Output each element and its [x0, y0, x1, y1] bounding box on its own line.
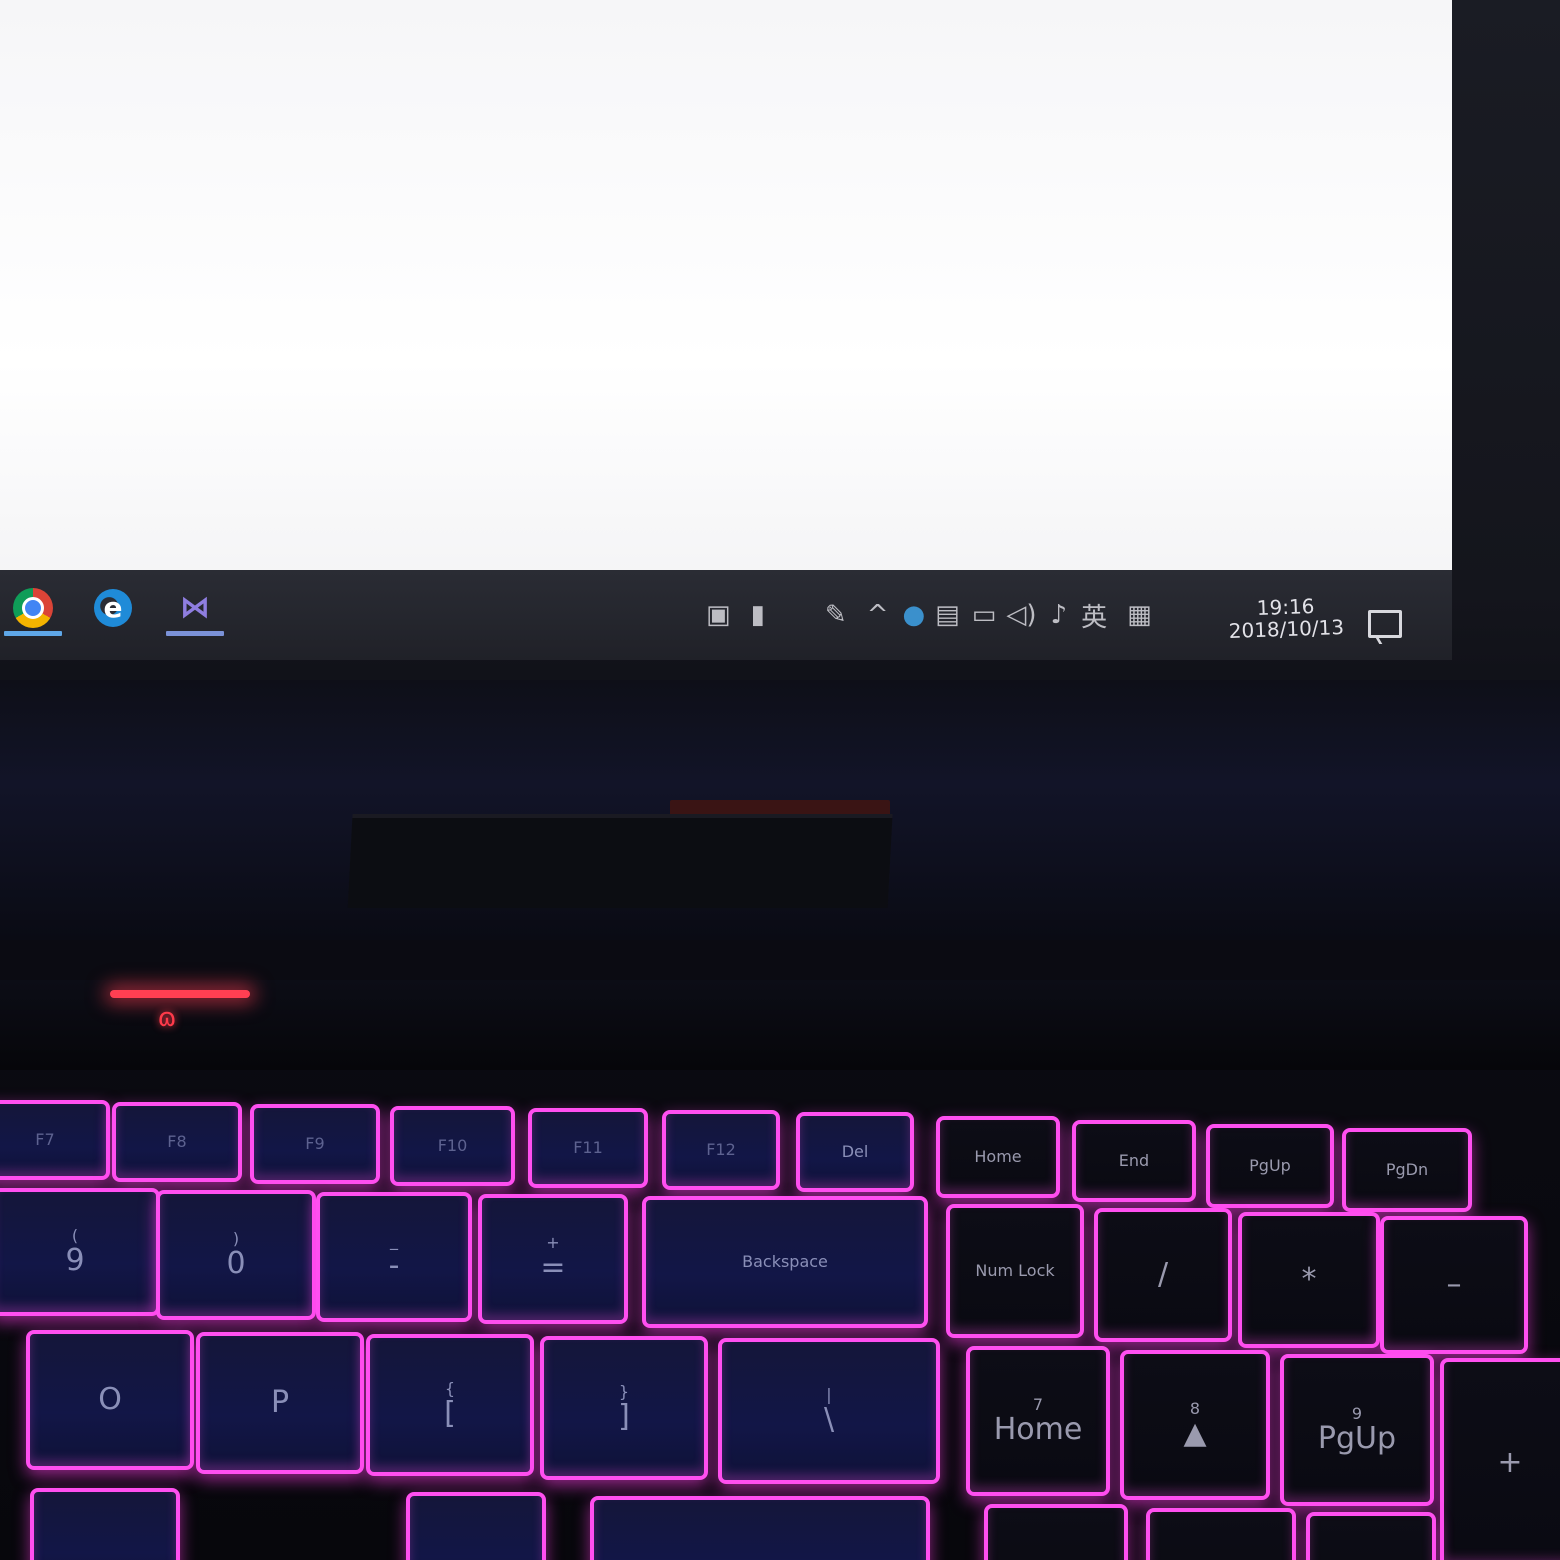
tray-display-icon[interactable]: ▤ — [935, 600, 960, 630]
key-equals[interactable]: + = — [478, 1194, 628, 1324]
key-backslash[interactable]: | \ — [718, 1338, 940, 1484]
key-f10[interactable]: F10 — [390, 1106, 515, 1186]
taskbar-clock[interactable]: 19:16 2018/10/13 — [1225, 594, 1346, 643]
taskbar-chrome-button[interactable] — [0, 578, 66, 638]
hinge-cover — [347, 818, 893, 908]
key-l[interactable] — [30, 1488, 180, 1560]
taskbar-visual-studio-button[interactable]: ⋈ — [162, 578, 228, 638]
key-home[interactable]: Home — [936, 1116, 1060, 1198]
tray-document-icon[interactable]: ▮ — [751, 600, 765, 630]
key-numpad-divide[interactable]: / — [1094, 1208, 1232, 1342]
key-numpad-5[interactable] — [1146, 1508, 1296, 1560]
power-logo-icon: ɷ — [157, 1003, 177, 1033]
taskbar-edge-button[interactable]: e — [80, 578, 146, 638]
key-numpad-minus[interactable]: – — [1380, 1216, 1528, 1354]
backlit-keyboard: F7 F8 F9 F10 F11 F12 Del Home End PgUp P… — [0, 1080, 1560, 1560]
key-end[interactable]: End — [1072, 1120, 1196, 1202]
key-numpad-8[interactable]: 8 ▲ — [1120, 1350, 1270, 1500]
key-num-lock[interactable]: Num Lock — [946, 1204, 1084, 1338]
key-9[interactable]: (9 — [0, 1188, 160, 1316]
key-o[interactable]: O — [26, 1330, 194, 1470]
ime-mode-icon[interactable]: ▦ — [1127, 600, 1152, 630]
key-f12[interactable]: F12 — [662, 1110, 780, 1190]
key-f7[interactable]: F7 — [0, 1100, 110, 1180]
key-numpad-6[interactable] — [1306, 1512, 1436, 1560]
input-pen-icon[interactable]: ♪ — [1050, 600, 1067, 630]
screen-display — [0, 0, 1452, 604]
show-hidden-icons-chevron-icon[interactable]: ^ — [867, 600, 889, 630]
key-pgup[interactable]: PgUp — [1206, 1124, 1334, 1208]
system-tray: ▣ ▮ ✎ ^ ● ▤ ▭ ◁) ♪ 英 ▦ — [706, 590, 1172, 640]
tray-app-icon[interactable]: ▣ — [706, 600, 731, 630]
windows-taskbar: e ⋈ ▣ ▮ ✎ ^ ● ▤ ▭ ◁) ♪ 英 ▦ 19:16 2018/10… — [0, 570, 1452, 660]
pen-icon[interactable]: ✎ — [825, 600, 847, 630]
key-numpad-9[interactable]: 9 PgUp — [1280, 1354, 1434, 1506]
tray-blue-app-icon[interactable]: ● — [902, 600, 925, 630]
key-enter[interactable] — [590, 1496, 930, 1560]
visual-studio-icon: ⋈ — [180, 590, 210, 625]
key-p[interactable]: P — [196, 1332, 364, 1474]
key-f9[interactable]: F9 — [250, 1104, 380, 1184]
network-icon[interactable]: ▭ — [972, 600, 997, 630]
key-left-bracket[interactable]: {[ — [366, 1334, 534, 1476]
volume-icon[interactable]: ◁) — [1006, 600, 1036, 630]
key-quote[interactable] — [406, 1492, 546, 1560]
key-numpad-plus[interactable]: + — [1440, 1358, 1560, 1560]
key-minus[interactable]: _ - — [316, 1192, 472, 1322]
key-0[interactable]: ) 0 — [156, 1190, 316, 1320]
key-pgdn[interactable]: PgDn — [1342, 1128, 1472, 1212]
key-f11[interactable]: F11 — [528, 1108, 648, 1188]
key-f8[interactable]: F8 — [112, 1102, 242, 1182]
clock-date: 2018/10/13 — [1228, 614, 1345, 643]
action-center-icon[interactable] — [1368, 610, 1402, 638]
key-right-bracket[interactable]: }] — [540, 1336, 708, 1480]
key-numpad-4[interactable] — [984, 1504, 1128, 1560]
key-numpad-multiply[interactable]: * — [1238, 1212, 1380, 1348]
power-led-bar — [110, 990, 250, 998]
chrome-icon — [13, 588, 53, 628]
edge-icon: e — [94, 589, 132, 627]
key-backspace[interactable]: Backspace — [642, 1196, 928, 1328]
key-numpad-7[interactable]: 7 Home — [966, 1346, 1110, 1496]
active-indicator — [166, 631, 224, 636]
laptop-photo: e ⋈ ▣ ▮ ✎ ^ ● ▤ ▭ ◁) ♪ 英 ▦ 19:16 2018/10… — [0, 0, 1560, 1560]
key-delete[interactable]: Del — [796, 1112, 914, 1192]
active-indicator — [4, 631, 62, 636]
ime-language-label[interactable]: 英 — [1081, 597, 1107, 634]
